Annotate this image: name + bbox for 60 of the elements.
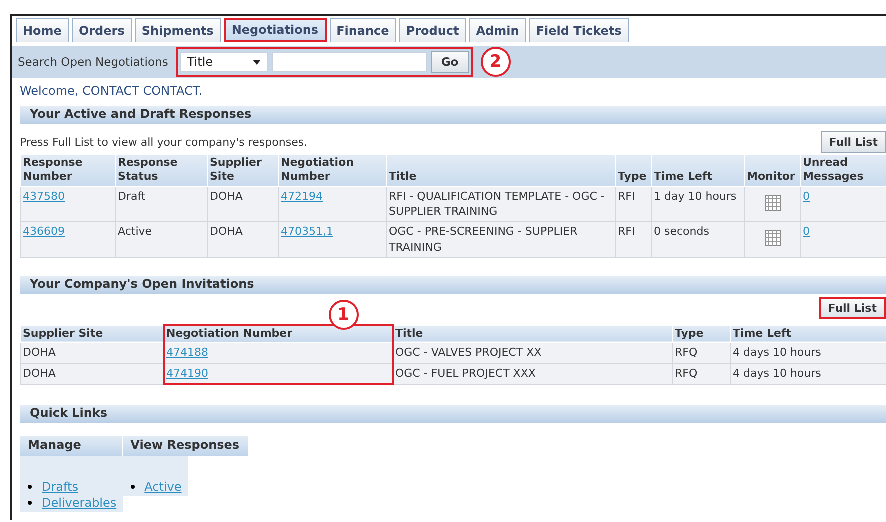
column-header: Supplier Site [20,325,164,343]
table-cell: RFQ [672,342,730,364]
table-cell: RFQ [672,363,730,384]
full-list-button[interactable]: Full List [821,131,886,153]
nav-tab[interactable]: Orders [72,18,132,42]
bullet-icon [130,485,135,490]
table-cell: DOHA [208,222,278,258]
callout-number: 1 [328,300,358,330]
column-header: Negotiation Number [278,154,386,186]
grid-icon[interactable] [764,194,780,211]
column-header: Time Left [730,325,886,343]
group-header: Manage [20,436,123,456]
search-field[interactable] [272,52,428,72]
table-cell: 4 days 10 hours [730,363,886,384]
table-cell: DOHA [20,342,164,364]
grid-icon[interactable] [764,230,780,246]
column-header: Type [672,325,730,343]
nav-tab[interactable]: Home [16,18,69,42]
group-header: View Responses [122,436,249,456]
column-header: Time Left [652,154,744,186]
attribute-dropdown[interactable]: Title [180,52,268,72]
go-button[interactable]: Go [431,51,469,73]
column-header: Unread Messages [800,154,886,186]
table-cell: OGC - FUEL PROJECT XXX [392,363,672,384]
table-cell: OGC - VALVES PROJECT XX [392,342,672,364]
column-header: Monitor [744,154,800,186]
column-header: Response Status [116,154,208,186]
welcome-text: Welcome, CONTACT CONTACT. [19,83,204,100]
table-cell: 4 days 10 hours [730,342,886,364]
bullet-icon [28,501,32,506]
column-header: Title [392,325,672,343]
nav-tab[interactable]: Negotiations [224,18,327,42]
search-label: Search Open Negotiations [18,55,168,69]
section-header: Your Company's Open Invitations [20,276,886,294]
table-cell: Active [116,222,208,258]
nav-tab[interactable]: Product [399,18,466,42]
nav-tab[interactable]: Admin [469,18,526,42]
nav-tab[interactable]: Field Tickets [529,18,629,42]
table-cell: 0 seconds [652,222,744,258]
column-header: Title [386,154,616,186]
table-cell: RFI [616,222,652,258]
table-cell: 1 day 10 hours [652,186,744,222]
table-cell: RFI [616,186,652,222]
section-header: Quick Links [20,405,886,424]
table-cell: DOHA [20,363,164,384]
section-header: Your Active and Draft Responses [20,106,886,124]
column-header: Type [616,154,652,186]
callout-number: 2 [480,47,511,77]
table-cell: RFI - QUALIFICATION TEMPLATE - OGC - SUPPLIER TRAINING [386,186,616,222]
nav-tab[interactable]: Finance [330,18,396,42]
full-list-button[interactable]: Full List [819,297,886,320]
table-cell: OGC - PRE-SCREENING - SUPPLIER TRAINING [386,222,616,258]
column-header: Supplier Site [208,154,278,186]
table-cell: DOHA [208,186,278,222]
hint-text: Press Full List to view all your company's responses. [20,136,308,148]
bullet-icon [28,485,32,490]
column-header: Response Number [20,154,116,186]
nav-tab[interactable]: Shipments [134,18,221,42]
table-cell: Draft [116,186,208,222]
caret-icon [253,60,262,64]
